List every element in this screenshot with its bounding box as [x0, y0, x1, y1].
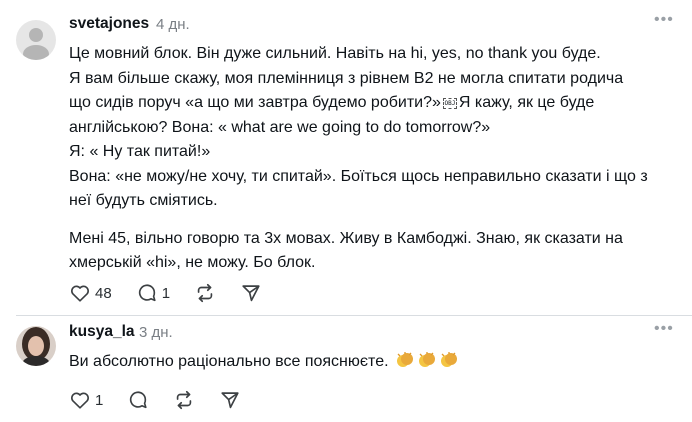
comment-svetajones: svetajones 4 дн. ••• Це мовний блок. Він… [0, 0, 692, 315]
repost-button[interactable] [173, 389, 195, 411]
clapping-hands-icon [419, 352, 435, 367]
like-button[interactable]: 48 [69, 282, 112, 304]
comment-line: Мені 45, вільно говорю та 3х мовах. Живу… [69, 229, 623, 247]
repost-icon [197, 283, 213, 303]
photo-avatar-icon [16, 326, 56, 366]
comment-actions: 48 1 [69, 280, 262, 306]
comment-line: Я: « Ну так питай!» [69, 143, 211, 160]
comment-body: Це мовний блок. Він дуже сильний. Навіть… [69, 42, 674, 276]
comment-line: Я вам більше скажу, моя племінниця з рів… [69, 69, 624, 87]
comment-line: Це мовний блок. Він дуже сильний. Навіть… [69, 45, 601, 62]
like-count: 1 [95, 391, 104, 409]
like-button[interactable]: 1 [69, 389, 103, 411]
comment-icon [130, 391, 147, 409]
comment-body: Ви абсолютно раціонально все пояснюєте. [69, 350, 674, 375]
comment-line: хмерській «hi», не можу. Бо блок. [69, 254, 316, 271]
send-icon [242, 285, 260, 302]
comment-line: англійською? Вона: « what are we going t… [69, 118, 491, 136]
avatar[interactable] [16, 326, 56, 366]
repost-icon [177, 390, 192, 410]
clapping-hands-icon [441, 352, 457, 367]
comment-actions: 1 [69, 387, 241, 413]
comment-line-text: Я кажу, як це буде [458, 94, 595, 111]
reply-button[interactable] [127, 389, 149, 411]
comment-line-text: Ви абсолютно раціонально все пояснюєте. [69, 353, 389, 370]
default-avatar-icon [16, 20, 56, 60]
comment-time: 4 дн. [156, 16, 190, 33]
comment-line: Вона: «не можу/не хочу, ти спитай». Боїт… [69, 167, 648, 185]
more-options-icon[interactable]: ••• [654, 320, 674, 338]
comment-line: неї будуть сміятись. [69, 192, 218, 209]
comment-line: Ви абсолютно раціонально все пояснюєте. [69, 350, 674, 375]
clapping-hands-icon [397, 352, 413, 367]
reply-count: 1 [161, 284, 171, 302]
heart-icon [71, 392, 89, 409]
comment-username[interactable]: svetajones [69, 15, 149, 33]
avatar[interactable] [16, 20, 56, 60]
comment-line: що сидів поруч «а що ми завтра будемо ро… [69, 91, 674, 116]
comment-kusya-la: kusya_la 3 дн. ••• Ви абсолютно раціонал… [0, 316, 692, 422]
like-count: 48 [95, 284, 112, 302]
share-button[interactable] [240, 282, 262, 304]
comment-icon [138, 284, 156, 302]
heart-icon [71, 285, 89, 302]
comment-time: 3 дн. [139, 324, 173, 341]
send-icon [221, 392, 239, 409]
comment-username[interactable]: kusya_la [69, 323, 135, 341]
comment-line-text: що сидів поруч «а що ми завтра будемо ро… [69, 94, 441, 111]
more-options-icon[interactable]: ••• [654, 11, 674, 29]
share-button[interactable] [219, 389, 241, 411]
unsupported-emoji-icon: OBJ [442, 98, 457, 109]
repost-button[interactable] [194, 282, 216, 304]
reply-button[interactable]: 1 [136, 282, 170, 304]
